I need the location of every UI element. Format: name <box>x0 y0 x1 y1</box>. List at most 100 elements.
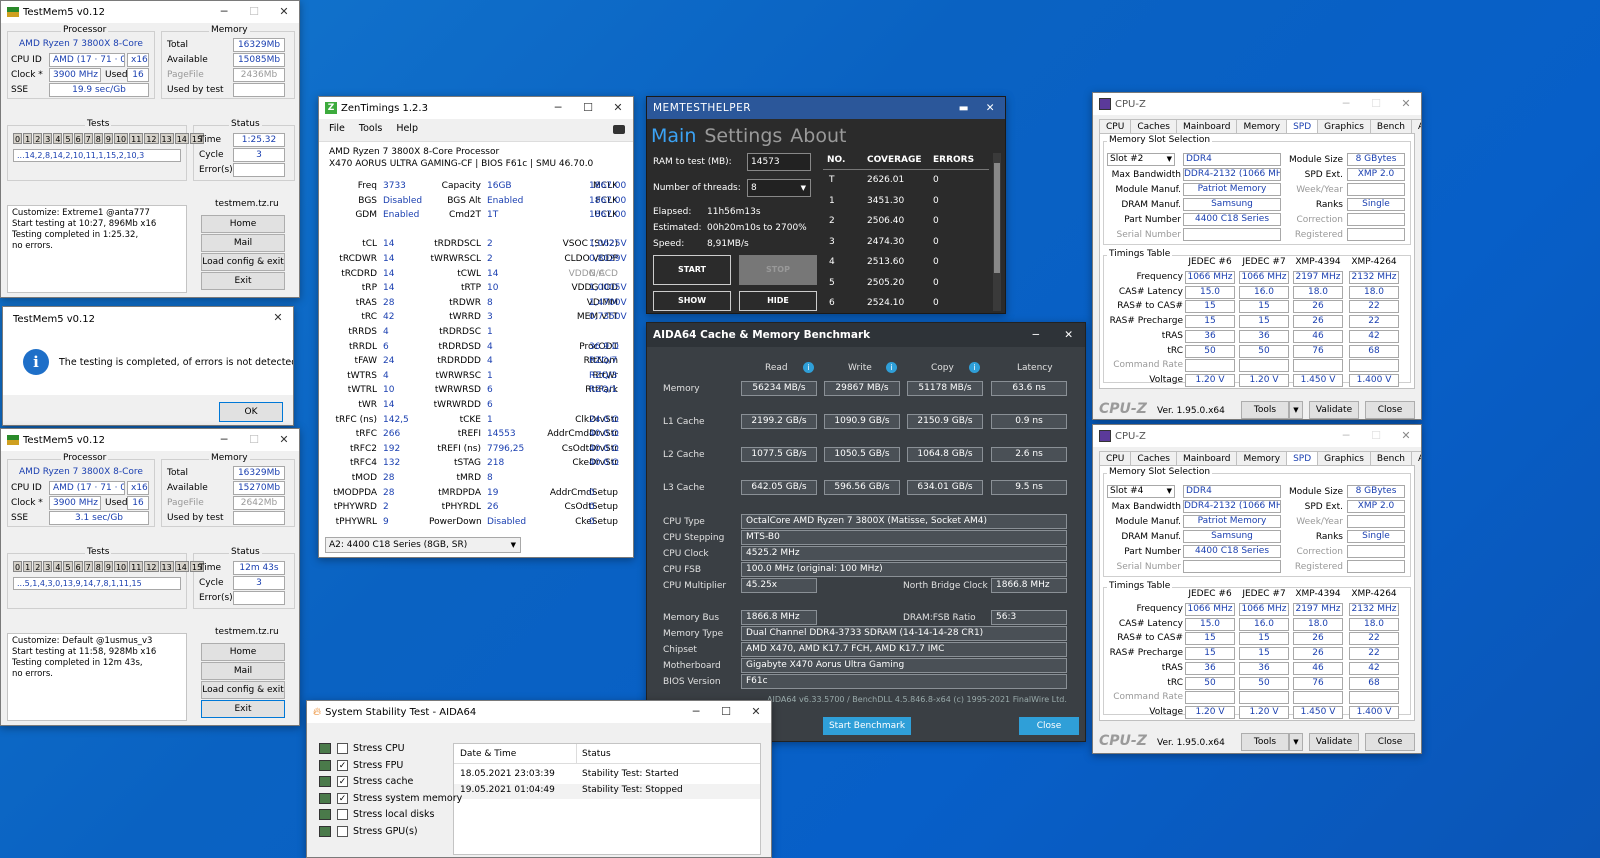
hide-button[interactable]: HIDE <box>739 291 817 311</box>
minimize-icon[interactable]: ─ <box>1033 323 1039 347</box>
tab-cpu[interactable]: CPU <box>1099 119 1132 134</box>
available-label: Available <box>167 55 208 65</box>
scrollbar-thumb[interactable] <box>994 163 1000 273</box>
tab-memory[interactable]: Memory <box>1236 119 1288 134</box>
maximize-icon[interactable]: ☐ <box>573 97 603 119</box>
tab-cpu[interactable]: CPU <box>1099 451 1132 466</box>
tab-graphics[interactable]: Graphics <box>1317 451 1371 466</box>
minimize-icon[interactable]: ─ <box>209 1 239 23</box>
site-label: testmem.tz.ru <box>215 627 279 637</box>
show-button[interactable]: SHOW <box>653 291 731 311</box>
close-icon[interactable]: ✕ <box>1391 93 1421 115</box>
close-button[interactable]: Close <box>1365 401 1415 419</box>
validate-button[interactable]: Validate <box>1309 401 1359 419</box>
load-config-button[interactable]: Load config & exit <box>201 253 285 271</box>
menu-file[interactable]: File <box>329 123 345 134</box>
tab-spd[interactable]: SPD <box>1286 451 1319 466</box>
ram-input[interactable]: 14573 <box>747 153 811 171</box>
tab-mainboard[interactable]: Mainboard <box>1176 451 1238 466</box>
start-button[interactable]: START <box>653 255 731 285</box>
exit-button[interactable]: Exit <box>201 700 285 718</box>
validate-button[interactable]: Validate <box>1309 733 1359 751</box>
timing-label: tWR <box>358 400 377 410</box>
maximize-icon[interactable]: ☐ <box>239 1 269 23</box>
timing-cell: 15 <box>1185 315 1235 329</box>
aida-close-button[interactable]: Close <box>1019 717 1079 735</box>
scrollbar[interactable] <box>993 153 1001 311</box>
tab-bench[interactable]: Bench <box>1369 451 1412 466</box>
menu-tools[interactable]: Tools <box>359 123 382 134</box>
home-button[interactable]: Home <box>201 215 285 233</box>
maximize-icon[interactable]: ☐ <box>711 701 741 723</box>
tab-mainboard[interactable]: Mainboard <box>1176 119 1238 134</box>
close-icon[interactable]: ✕ <box>263 307 293 329</box>
tools-dropdown-icon[interactable]: ▼ <box>1289 401 1303 419</box>
start-benchmark-button[interactable]: Start Benchmark <box>823 717 911 735</box>
close-button[interactable]: Close <box>1365 733 1415 751</box>
stress-checkbox[interactable] <box>337 825 348 837</box>
close-icon[interactable]: ✕ <box>986 97 995 119</box>
maximize-icon[interactable]: ☐ <box>1361 425 1391 447</box>
close-icon[interactable]: ✕ <box>269 429 299 451</box>
threads-select[interactable]: 8 ▼ <box>747 179 811 197</box>
maximize-icon[interactable]: ☐ <box>239 429 269 451</box>
tab-main[interactable]: Main <box>651 125 696 147</box>
menu-help[interactable]: Help <box>396 123 418 134</box>
mail-button[interactable]: Mail <box>201 234 285 252</box>
close-icon[interactable]: ✕ <box>741 701 771 723</box>
cpuz-window-2: CPU-Z ─ ☐ ✕ CPU Caches Mainboard Memory SPD Graph… <box>1092 424 1422 754</box>
tools-dropdown-icon[interactable]: ▼ <box>1289 733 1303 751</box>
tools-button[interactable]: Tools <box>1241 733 1289 751</box>
testmem-window-1: TestMem5 v0.12 ─ ☐ ✕ Processor Memory AMD Ryze… <box>0 0 300 298</box>
tab-bench[interactable]: Bench <box>1369 119 1412 134</box>
timings-row-label: Voltage <box>1149 374 1183 385</box>
tab-about[interactable]: About <box>1411 451 1421 466</box>
tab-about[interactable]: About <box>1411 119 1421 134</box>
minimize-icon[interactable]: ─ <box>543 97 573 119</box>
ok-button[interactable]: OK <box>219 402 283 422</box>
exit-button[interactable]: Exit <box>201 272 285 290</box>
tab-settings[interactable]: Settings <box>704 125 782 147</box>
timing-value: 266 <box>383 429 401 440</box>
stress-checkbox[interactable] <box>337 809 348 820</box>
close-icon[interactable]: ✕ <box>1064 323 1073 347</box>
timing-value: Disabled <box>383 195 423 206</box>
close-icon[interactable]: ✕ <box>269 1 299 23</box>
stress-checkbox[interactable]: ✓ <box>337 759 348 771</box>
tab-caches[interactable]: Caches <box>1130 119 1177 134</box>
close-icon[interactable]: ✕ <box>1391 425 1421 447</box>
minimize-icon[interactable]: ─ <box>1331 425 1361 447</box>
mail-button[interactable]: Mail <box>201 662 285 680</box>
home-button[interactable]: Home <box>201 643 285 661</box>
stop-button[interactable]: STOP <box>739 255 817 285</box>
stress-checkbox[interactable]: ✓ <box>337 792 348 804</box>
minimize-icon[interactable]: ─ <box>681 701 711 723</box>
slot-heading: Memory Slot Selection <box>1107 467 1213 477</box>
timing-cell: 1.20 V <box>1239 705 1289 719</box>
tab-memory[interactable]: Memory <box>1236 451 1288 466</box>
load-config-button[interactable]: Load config & exit <box>201 681 285 699</box>
minimize-icon[interactable]: ▬ <box>959 97 969 119</box>
tab-spd[interactable]: SPD <box>1286 119 1319 134</box>
close-icon[interactable]: ✕ <box>603 97 633 119</box>
coverage-cell: 6 <box>829 298 835 308</box>
minimize-icon[interactable]: ─ <box>209 429 239 451</box>
timing-cell <box>1349 691 1399 705</box>
stress-checkbox[interactable]: ✓ <box>337 776 348 787</box>
timing-label: tRFC <box>355 429 377 440</box>
stress-checkbox[interactable] <box>337 743 348 754</box>
stress-option-label: Stress local disks <box>353 809 435 820</box>
tab-graphics[interactable]: Graphics <box>1317 119 1371 134</box>
tab-caches[interactable]: Caches <box>1130 451 1177 466</box>
maximize-icon[interactable]: ☐ <box>1361 93 1391 115</box>
camera-icon[interactable] <box>613 125 625 134</box>
dimm-select[interactable]: A2: 4400 C18 Series (8GB, SR) ▼ <box>325 537 521 553</box>
slot-select[interactable]: Slot #2 ▼ <box>1107 153 1175 166</box>
slot-select[interactable]: Slot #4 ▼ <box>1107 485 1175 498</box>
tools-button[interactable]: Tools <box>1241 401 1289 419</box>
timing-cell: 76 <box>1293 676 1343 690</box>
tab-about[interactable]: About <box>790 125 846 147</box>
minimize-icon[interactable]: ─ <box>1331 93 1361 115</box>
coverage-cell: 3451.30 <box>867 195 905 206</box>
aida-col-header: Write <box>848 363 872 373</box>
